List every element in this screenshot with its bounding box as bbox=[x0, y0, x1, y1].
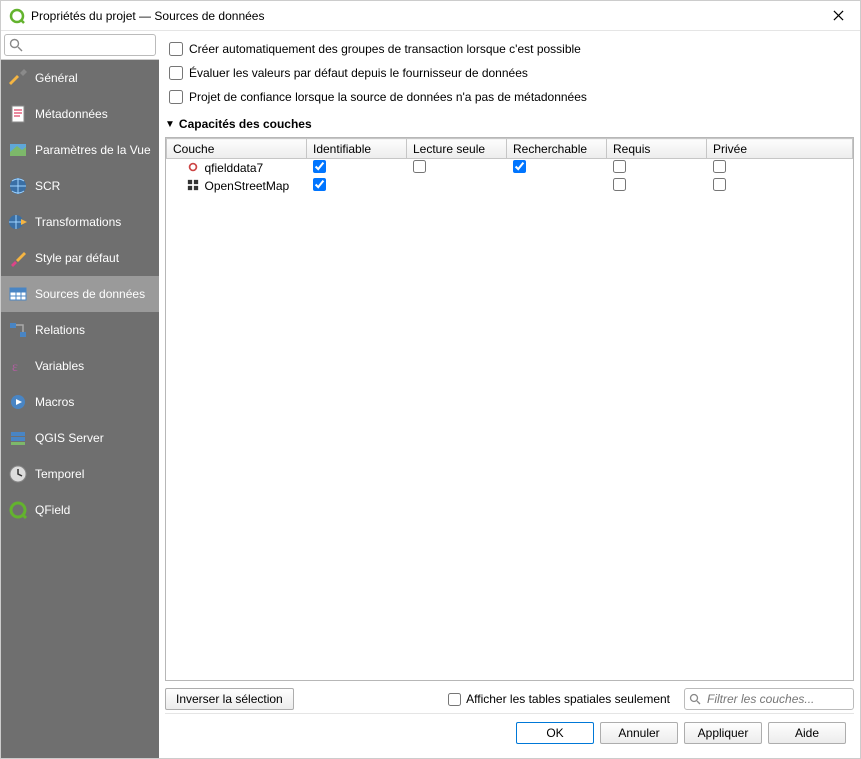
sidebar-item-label: Métadonnées bbox=[35, 107, 108, 121]
sidebar-item-label: Relations bbox=[35, 323, 85, 337]
sidebar-item-variables[interactable]: ε Variables bbox=[1, 348, 159, 384]
layer-name: OpenStreetMap bbox=[205, 179, 290, 193]
col-layer[interactable]: Couche bbox=[167, 139, 307, 159]
col-required[interactable]: Requis bbox=[607, 139, 707, 159]
document-icon bbox=[7, 103, 29, 125]
qfield-icon bbox=[7, 499, 29, 521]
checkbox-spatial-only[interactable] bbox=[448, 693, 461, 706]
dialog-body: Général Métadonnées Paramètres de la Vue… bbox=[1, 31, 860, 758]
sidebar-item-temporal[interactable]: Temporel bbox=[1, 456, 159, 492]
filter-layers-wrap bbox=[684, 688, 854, 710]
ok-button[interactable]: OK bbox=[516, 722, 594, 744]
sidebar-item-default-style[interactable]: Style par défaut bbox=[1, 240, 159, 276]
sidebar-item-metadata[interactable]: Métadonnées bbox=[1, 96, 159, 132]
sidebar-item-label: Général bbox=[35, 71, 78, 85]
sidebar-item-label: QField bbox=[35, 503, 70, 517]
section-title: Capacités des couches bbox=[179, 117, 312, 131]
option-trust-project[interactable]: Projet de confiance lorsque la source de… bbox=[165, 85, 854, 109]
sidebar-item-label: Transformations bbox=[35, 215, 121, 229]
sidebar-search-row bbox=[1, 31, 159, 60]
svg-text:ε: ε bbox=[12, 360, 18, 375]
content-panel: Créer automatiquement des groupes de tra… bbox=[159, 31, 860, 758]
spatial-only-option[interactable]: Afficher les tables spatiales seulement bbox=[448, 692, 670, 706]
globe-icon bbox=[7, 175, 29, 197]
col-readonly[interactable]: Lecture seule bbox=[407, 139, 507, 159]
sidebar-item-label: Temporel bbox=[35, 467, 84, 481]
sidebar-item-view-settings[interactable]: Paramètres de la Vue bbox=[1, 132, 159, 168]
sidebar-item-data-sources[interactable]: Sources de données bbox=[1, 276, 159, 312]
wrench-icon bbox=[7, 67, 29, 89]
brush-icon bbox=[7, 247, 29, 269]
layer-icon bbox=[187, 161, 201, 175]
map-icon bbox=[7, 139, 29, 161]
epsilon-icon: ε bbox=[7, 355, 29, 377]
dialog-buttons: OK Annuler Appliquer Aide bbox=[165, 713, 854, 752]
checkbox-auto-groups[interactable] bbox=[169, 42, 183, 56]
checkbox-private[interactable] bbox=[713, 160, 726, 173]
table-bottom-actions: Inverser la sélection Afficher les table… bbox=[165, 685, 854, 713]
sidebar-item-label: Macros bbox=[35, 395, 74, 409]
sidebar-nav: Général Métadonnées Paramètres de la Vue… bbox=[1, 60, 159, 758]
cancel-button[interactable]: Annuler bbox=[600, 722, 678, 744]
server-icon bbox=[7, 427, 29, 449]
gear-play-icon bbox=[7, 391, 29, 413]
sidebar-item-label: Variables bbox=[35, 359, 84, 373]
clock-icon bbox=[7, 463, 29, 485]
section-layer-capabilities[interactable]: ▼ Capacités des couches bbox=[165, 113, 854, 135]
checkbox-searchable[interactable] bbox=[513, 160, 526, 173]
sidebar-item-qfield[interactable]: QField bbox=[1, 492, 159, 528]
layer-icon bbox=[187, 179, 201, 193]
sidebar-item-label: QGIS Server bbox=[35, 431, 104, 445]
option-label: Évaluer les valeurs par défaut depuis le… bbox=[189, 66, 528, 80]
sidebar: Général Métadonnées Paramètres de la Vue… bbox=[1, 31, 159, 758]
relations-icon bbox=[7, 319, 29, 341]
option-label: Projet de confiance lorsque la source de… bbox=[189, 90, 587, 104]
sidebar-item-qgis-server[interactable]: QGIS Server bbox=[1, 420, 159, 456]
checkbox-private[interactable] bbox=[713, 178, 726, 191]
layer-name: qfielddata7 bbox=[205, 161, 264, 175]
apply-button[interactable]: Appliquer bbox=[684, 722, 762, 744]
invert-selection-button[interactable]: Inverser la sélection bbox=[165, 688, 294, 710]
col-searchable[interactable]: Recherchable bbox=[507, 139, 607, 159]
sidebar-item-label: Style par défaut bbox=[35, 251, 119, 265]
checkbox-identifiable[interactable] bbox=[313, 160, 326, 173]
option-evaluate-defaults[interactable]: Évaluer les valeurs par défaut depuis le… bbox=[165, 61, 854, 85]
checkbox-readonly[interactable] bbox=[413, 160, 426, 173]
checkbox-eval-defaults[interactable] bbox=[169, 66, 183, 80]
sidebar-item-crs[interactable]: SCR bbox=[1, 168, 159, 204]
layer-capabilities-table: Couche Identifiable Lecture seule Recher… bbox=[166, 138, 853, 195]
option-auto-transaction-groups[interactable]: Créer automatiquement des groupes de tra… bbox=[165, 37, 854, 61]
filter-layers-input[interactable] bbox=[684, 688, 854, 710]
chevron-down-icon: ▼ bbox=[165, 119, 175, 130]
checkbox-trust-project[interactable] bbox=[169, 90, 183, 104]
dialog-window: Propriétés du projet — Sources de donnée… bbox=[0, 0, 861, 759]
close-button[interactable] bbox=[824, 2, 852, 30]
sidebar-item-label: Paramètres de la Vue bbox=[35, 143, 151, 157]
titlebar: Propriétés du projet — Sources de donnée… bbox=[1, 1, 860, 31]
sidebar-item-transformations[interactable]: Transformations bbox=[1, 204, 159, 240]
sidebar-item-general[interactable]: Général bbox=[1, 60, 159, 96]
sidebar-search-input[interactable] bbox=[4, 34, 156, 56]
col-identifiable[interactable]: Identifiable bbox=[307, 139, 407, 159]
sidebar-item-label: SCR bbox=[35, 179, 60, 193]
table-icon bbox=[7, 283, 29, 305]
table-row[interactable]: qfielddata7 bbox=[167, 159, 853, 177]
sidebar-item-relations[interactable]: Relations bbox=[1, 312, 159, 348]
window-title: Propriétés du projet — Sources de donnée… bbox=[31, 9, 824, 23]
sidebar-item-macros[interactable]: Macros bbox=[1, 384, 159, 420]
option-label: Créer automatiquement des groupes de tra… bbox=[189, 42, 581, 56]
checkbox-required[interactable] bbox=[613, 160, 626, 173]
sidebar-item-label: Sources de données bbox=[35, 287, 145, 301]
checkbox-identifiable[interactable] bbox=[313, 178, 326, 191]
spatial-only-label: Afficher les tables spatiales seulement bbox=[466, 692, 670, 706]
col-private[interactable]: Privée bbox=[707, 139, 853, 159]
layer-capabilities-table-wrap: Couche Identifiable Lecture seule Recher… bbox=[165, 137, 854, 681]
help-button[interactable]: Aide bbox=[768, 722, 846, 744]
search-icon bbox=[689, 693, 701, 708]
table-row[interactable]: OpenStreetMap bbox=[167, 177, 853, 195]
globe-arrow-icon bbox=[7, 211, 29, 233]
checkbox-required[interactable] bbox=[613, 178, 626, 191]
app-icon bbox=[9, 8, 25, 24]
